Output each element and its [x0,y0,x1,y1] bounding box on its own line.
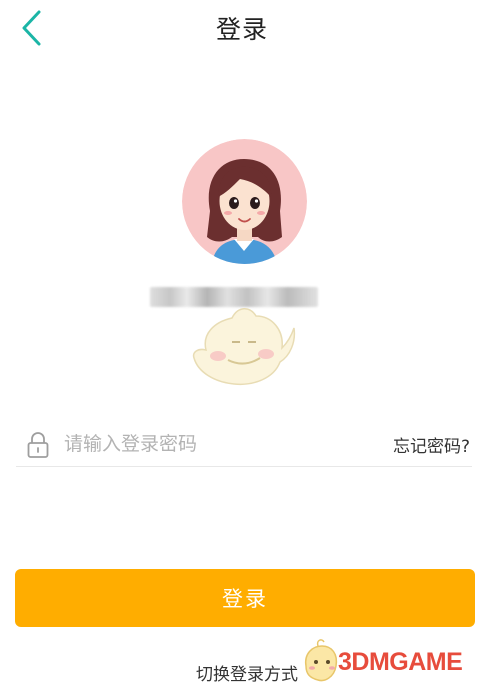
mascot-watermark-icon [188,298,296,390]
header-bar: 登录 [0,0,484,56]
forgot-password-link[interactable]: 忘记密码? [393,432,470,457]
password-input[interactable] [64,429,364,459]
page-title: 登录 [215,15,268,44]
switch-login-method-link[interactable]: 切换登录方式 [196,660,298,685]
mascot-logo-icon [304,639,338,682]
site-watermark: 3DMGAME [292,634,484,688]
lock-icon [27,432,49,458]
password-row: 忘记密码? [16,423,472,467]
watermark-text: 3DMGAME [338,648,463,676]
login-button[interactable]: 登录 [15,569,475,627]
avatar [182,139,307,264]
